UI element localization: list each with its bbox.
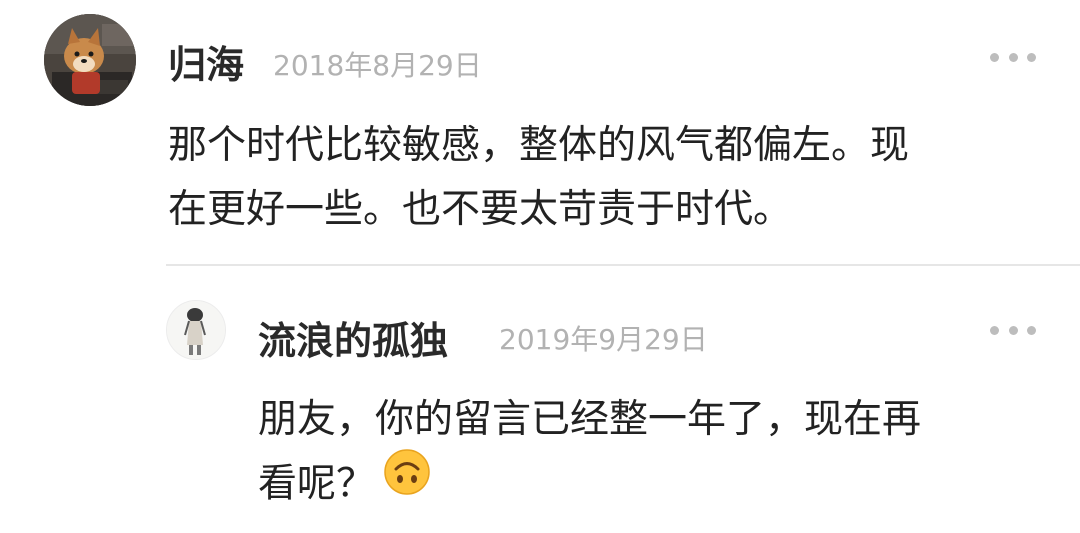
comment-author[interactable]: 归海	[168, 34, 244, 89]
comment-item: 归海 2018年8月29日 那个时代比较敏感，整体的风气都偏左。现 在更好一些。…	[0, 0, 1080, 265]
reply-text-line: 看呢？	[258, 461, 376, 507]
more-options-button[interactable]	[990, 47, 1036, 67]
more-dot-icon	[1027, 52, 1036, 62]
avatar[interactable]	[166, 300, 226, 360]
reply-text-line-2: 看呢？	[258, 449, 921, 520]
more-dot-icon	[990, 52, 999, 62]
reply-item: 流浪的孤独 2019年9月29日 朋友，你的留言已经整一年了，现在再 看呢？	[0, 266, 1080, 533]
avatar[interactable]	[44, 14, 136, 106]
more-dot-icon	[1027, 325, 1036, 335]
figure-avatar-icon	[167, 301, 225, 359]
comment-text-line: 那个时代比较敏感，整体的风气都偏左。现	[168, 123, 910, 168]
upside-down-face-emoji-icon	[383, 448, 431, 516]
reply-author[interactable]: 流浪的孤独	[258, 310, 448, 365]
comment-text: 那个时代比较敏感，整体的风气都偏左。现 在更好一些。也不要太苛责于时代。	[168, 114, 909, 242]
more-dot-icon	[1008, 325, 1018, 335]
shiba-dog-avatar-icon	[44, 14, 136, 106]
reply-text: 朋友，你的留言已经整一年了，现在再 看呢？	[258, 388, 921, 520]
more-options-button[interactable]	[990, 320, 1036, 340]
comment-text-line: 在更好一些。也不要太苛责于时代。	[168, 187, 793, 232]
reply-date: 2019年9月29日	[499, 323, 708, 356]
more-dot-icon	[990, 325, 999, 335]
comment-date: 2018年8月29日	[273, 49, 482, 82]
more-dot-icon	[1008, 52, 1018, 62]
reply-text-line: 朋友，你的留言已经整一年了，现在再	[258, 397, 922, 442]
